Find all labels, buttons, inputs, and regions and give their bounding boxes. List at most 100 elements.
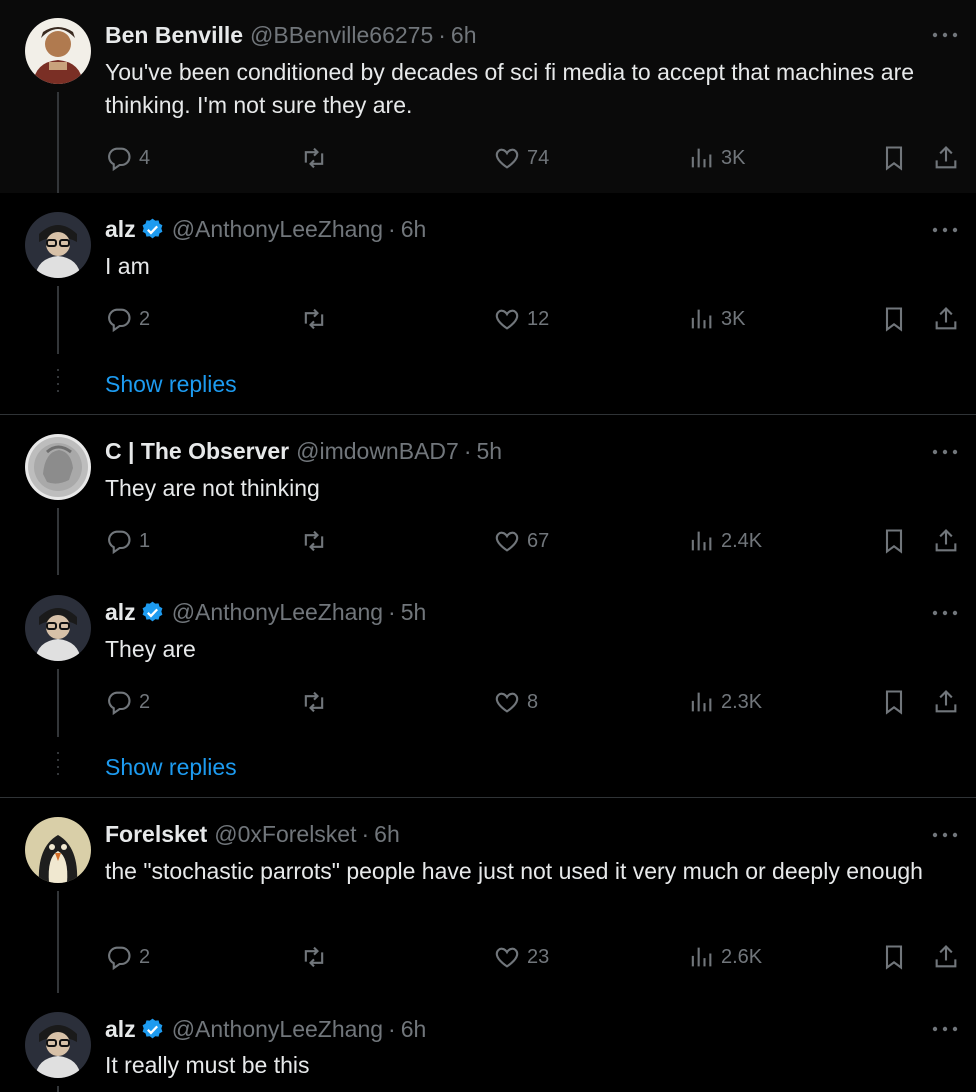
- author-handle[interactable]: @BBenville66275: [250, 22, 433, 49]
- reply-button[interactable]: 2: [105, 304, 150, 334]
- reply-button[interactable]: 2: [105, 942, 150, 972]
- share-icon: [935, 307, 957, 330]
- retweet-button[interactable]: [300, 304, 334, 334]
- avatar[interactable]: [25, 434, 91, 500]
- verified-badge-icon[interactable]: [140, 1017, 165, 1042]
- like-button[interactable]: 67: [493, 526, 549, 556]
- avatar[interactable]: [25, 18, 91, 84]
- bookmark-button[interactable]: [880, 526, 908, 556]
- thread-line: [57, 1086, 59, 1092]
- bookmark-button[interactable]: [880, 304, 908, 334]
- tweet[interactable]: alz @AnthonyLeeZhang · 6h It really must…: [0, 993, 976, 1092]
- views-icon: [691, 692, 712, 712]
- reply-count: 2: [139, 945, 151, 968]
- reply-button[interactable]: 4: [105, 143, 150, 173]
- author-handle[interactable]: @imdownBAD7: [296, 438, 459, 465]
- share-button[interactable]: [932, 143, 960, 173]
- views-button[interactable]: 2.4K: [687, 526, 762, 556]
- tweet[interactable]: Forelsket @0xForelsket · 6h the "stochas…: [0, 798, 976, 993]
- timestamp[interactable]: 6h: [401, 216, 427, 243]
- thread-line: [57, 891, 59, 993]
- retweet-icon: [304, 691, 324, 713]
- avatar[interactable]: [25, 212, 91, 278]
- heart-icon: [495, 148, 519, 169]
- avatar[interactable]: [25, 595, 91, 661]
- more-icon[interactable]: [932, 31, 958, 39]
- thread-dots: [57, 369, 59, 397]
- like-button[interactable]: 12: [493, 304, 549, 334]
- show-replies-link[interactable]: Show replies: [105, 369, 237, 399]
- tweet-text: the "stochastic parrots" people have jus…: [105, 858, 923, 884]
- timestamp[interactable]: 6h: [401, 1016, 427, 1043]
- bookmark-button[interactable]: [880, 687, 908, 717]
- bookmark-button[interactable]: [880, 143, 908, 173]
- avatar[interactable]: [25, 1012, 91, 1078]
- heart-icon: [495, 531, 519, 552]
- view-count: 3K: [721, 146, 746, 169]
- views-button[interactable]: 3K: [687, 143, 745, 173]
- retweet-button[interactable]: [300, 526, 334, 556]
- retweet-button[interactable]: [300, 942, 334, 972]
- author-handle[interactable]: @AnthonyLeeZhang: [172, 599, 383, 626]
- reply-button[interactable]: 1: [105, 526, 150, 556]
- share-button[interactable]: [932, 687, 960, 717]
- more-icon[interactable]: [932, 1025, 958, 1033]
- more-icon[interactable]: [932, 609, 958, 617]
- thread-line: [57, 669, 59, 737]
- tweet[interactable]: alz @AnthonyLeeZhang · 6h I am 2 12 3K S…: [0, 193, 976, 413]
- bookmark-icon: [885, 146, 903, 171]
- retweet-button[interactable]: [300, 687, 334, 717]
- thread-line: [57, 286, 59, 354]
- share-button[interactable]: [932, 526, 960, 556]
- more-icon[interactable]: [932, 226, 958, 234]
- timestamp[interactable]: 5h: [476, 438, 502, 465]
- avatar-image: [25, 212, 91, 278]
- author-handle[interactable]: @AnthonyLeeZhang: [172, 216, 383, 243]
- bookmark-icon: [885, 529, 903, 554]
- timestamp[interactable]: 6h: [374, 821, 400, 848]
- tweet[interactable]: C | The Observer @imdownBAD7 · 5h They a…: [0, 415, 976, 575]
- timestamp[interactable]: 5h: [401, 599, 427, 626]
- tweet[interactable]: Ben Benville @BBenville66275 · 6h You've…: [0, 0, 976, 193]
- author-name[interactable]: C | The Observer: [105, 438, 289, 465]
- more-icon[interactable]: [932, 831, 958, 839]
- share-button[interactable]: [932, 942, 960, 972]
- views-icon: [691, 947, 712, 967]
- views-button[interactable]: 3K: [687, 304, 745, 334]
- bookmark-button[interactable]: [880, 942, 908, 972]
- bookmark-icon: [885, 945, 903, 970]
- retweet-button[interactable]: [300, 143, 334, 173]
- timestamp[interactable]: 6h: [451, 22, 477, 49]
- avatar-image: [25, 595, 91, 661]
- reply-count: 2: [139, 690, 151, 713]
- author-handle[interactable]: @0xForelsket: [214, 821, 356, 848]
- verified-badge-icon[interactable]: [140, 600, 165, 625]
- author-name[interactable]: alz: [105, 1016, 136, 1043]
- view-count: 2.4K: [721, 529, 763, 552]
- verified-badge-icon[interactable]: [140, 217, 165, 242]
- avatar-image: [25, 817, 91, 883]
- author-name[interactable]: Forelsket: [105, 821, 207, 848]
- views-button[interactable]: 2.6K: [687, 942, 762, 972]
- share-button[interactable]: [932, 304, 960, 334]
- heart-icon: [495, 692, 519, 713]
- more-icon[interactable]: [932, 448, 958, 456]
- like-button[interactable]: 74: [493, 143, 549, 173]
- reply-button[interactable]: 2: [105, 687, 150, 717]
- action-bar: 1 67 2.4K: [105, 526, 965, 556]
- avatar[interactable]: [25, 817, 91, 883]
- avatar-image: [25, 434, 91, 500]
- author-name[interactable]: alz: [105, 216, 136, 243]
- view-count: 2.3K: [721, 690, 763, 713]
- show-replies-link[interactable]: Show replies: [105, 752, 237, 782]
- retweet-icon: [304, 308, 324, 330]
- like-button[interactable]: 8: [493, 687, 538, 717]
- like-button[interactable]: 23: [493, 942, 549, 972]
- author-name[interactable]: Ben Benville: [105, 22, 243, 49]
- like-count: 8: [527, 690, 539, 713]
- reply-count: 4: [139, 146, 151, 169]
- author-name[interactable]: alz: [105, 599, 136, 626]
- author-handle[interactable]: @AnthonyLeeZhang: [172, 1016, 383, 1043]
- views-button[interactable]: 2.3K: [687, 687, 762, 717]
- tweet[interactable]: alz @AnthonyLeeZhang · 5h They are 2 8 2…: [0, 576, 976, 796]
